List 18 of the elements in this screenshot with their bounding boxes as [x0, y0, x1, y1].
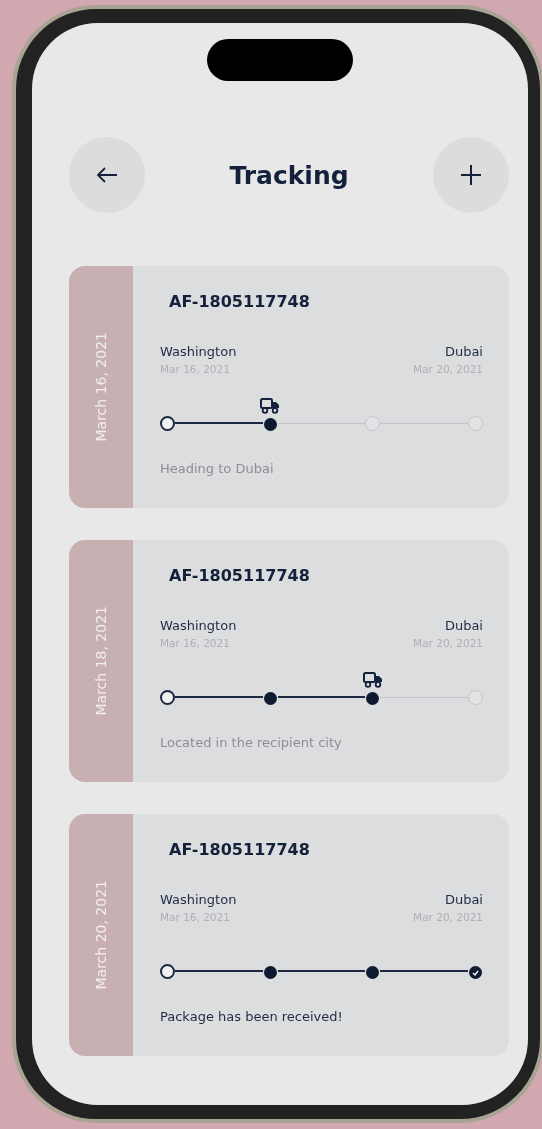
- destination-city: Dubai: [444, 344, 483, 359]
- page-title: Tracking: [229, 160, 349, 190]
- destination-city: Dubai: [444, 892, 483, 907]
- status-text: Package has been received!: [160, 1009, 344, 1024]
- origin-city: Washington: [160, 344, 237, 359]
- shipment-date: March 18, 2021: [93, 606, 109, 716]
- tracking-number: AF-1805117748: [169, 840, 311, 859]
- plus-icon: [460, 164, 482, 186]
- destination-city: Dubai: [444, 618, 483, 633]
- tracking-number: AF-1805117748: [169, 292, 311, 311]
- shipment-date: March 16, 2021: [93, 332, 109, 442]
- origin-city: Washington: [160, 892, 237, 907]
- origin-city: Washington: [160, 618, 237, 633]
- tracking-number: AF-1805117748: [169, 566, 311, 585]
- status-text: Located in the recipient city: [160, 735, 343, 750]
- back-arrow-icon: [96, 166, 118, 184]
- status-text: Heading to Dubai: [160, 461, 275, 476]
- shipment-date: March 20, 2021: [93, 880, 109, 990]
